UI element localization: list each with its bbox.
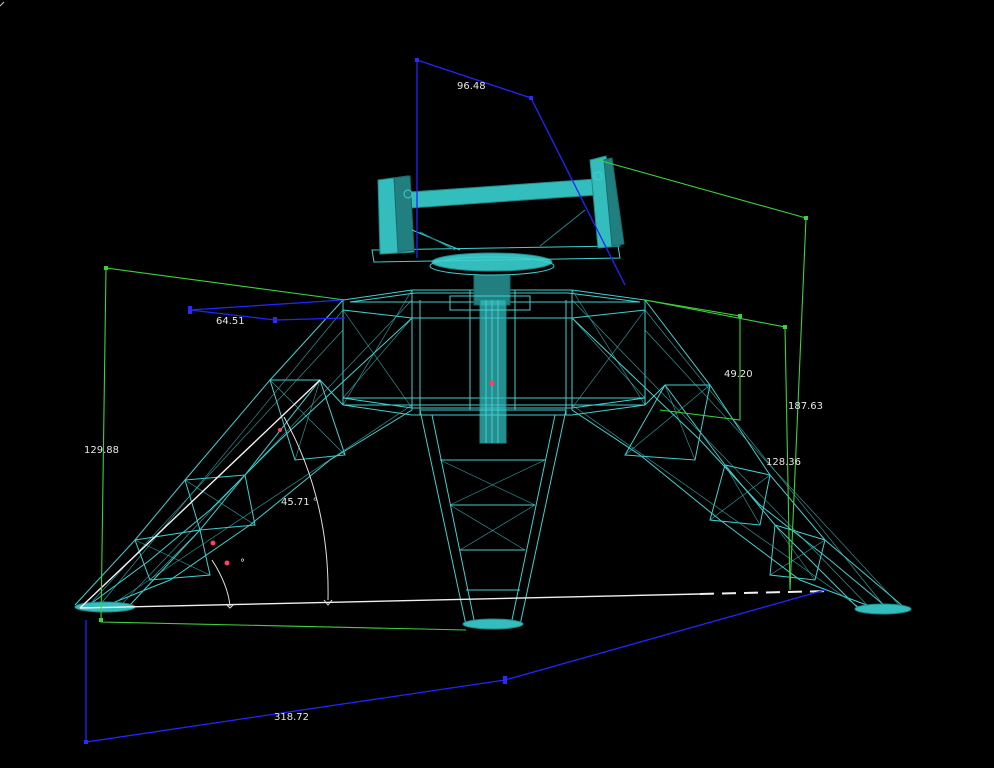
label-right-leg[interactable]: 128.36 [766, 457, 801, 468]
label-left-height[interactable]: 129.88 [84, 445, 119, 456]
label-left-arm[interactable]: 64.51 [216, 316, 245, 327]
cad-scene[interactable]: 96.48 64.51 129.88 49.20 187.63 128.36 3… [0, 0, 994, 768]
dim-left-height[interactable] [99, 266, 467, 631]
turntable-disk [431, 252, 553, 272]
label-right-total[interactable]: 187.63 [788, 401, 823, 412]
leg-marker-3 [278, 428, 282, 432]
viewport-corner-mark [0, 1, 5, 7]
label-right-small[interactable]: 49.20 [724, 369, 753, 380]
right-leg-truss [571, 299, 912, 615]
dim-left-arm[interactable] [188, 299, 346, 323]
leg-marker-1 [210, 540, 216, 546]
lander-structure[interactable] [74, 155, 912, 630]
leg-marker-2 [224, 560, 230, 566]
central-column [449, 274, 531, 444]
label-top-width[interactable]: 96.48 [457, 81, 486, 92]
cad-viewport[interactable]: 96.48 64.51 129.88 49.20 187.63 128.36 3… [0, 0, 994, 768]
center-marker [489, 380, 495, 386]
dim-base-length[interactable] [84, 589, 826, 744]
label-base-length[interactable]: 318.72 [274, 712, 309, 723]
label-outer-angle[interactable]: 45.71 ° [281, 497, 318, 508]
label-inner-angle[interactable]: ° [240, 558, 245, 569]
